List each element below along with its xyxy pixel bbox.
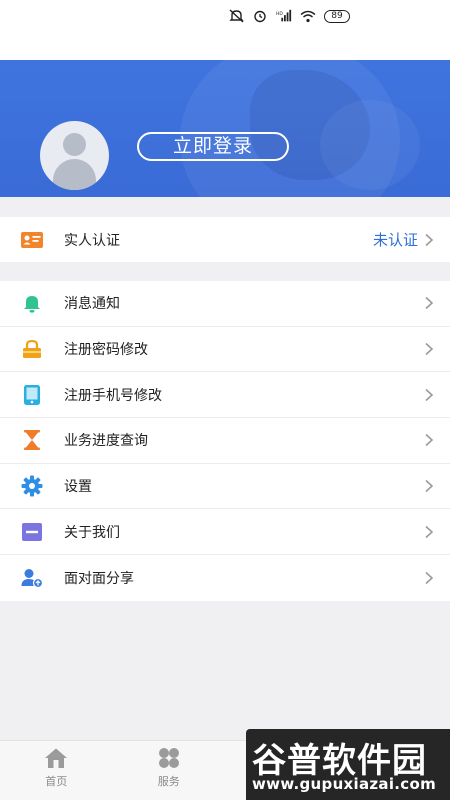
screen: HD 89 立即登录 实人认证 未认证 消息通知 注册密码修改 注册手机号修改 … <box>0 0 450 800</box>
avatar[interactable] <box>40 121 109 190</box>
verify-row[interactable]: 实人认证 未认证 <box>0 217 450 262</box>
tab-label: 服务 <box>157 775 180 788</box>
wifi-icon <box>300 9 316 23</box>
chevron-right-icon <box>425 297 434 310</box>
avatar-head-shape <box>63 133 86 156</box>
chevron-right-icon <box>425 571 434 585</box>
id-card-icon <box>20 228 44 252</box>
header-spacer <box>0 32 450 60</box>
verify-status: 未认证 <box>372 231 418 249</box>
menu-item-phone[interactable]: 注册手机号修改 <box>0 372 450 419</box>
menu-item-label: 消息通知 <box>64 296 120 313</box>
svg-text:HD: HD <box>276 11 283 17</box>
menu-item-label: 注册密码修改 <box>64 342 148 359</box>
hd-signal-icon: HD <box>276 9 292 23</box>
login-button[interactable]: 立即登录 <box>137 132 289 161</box>
battery-icon: 89 <box>324 9 350 23</box>
chevron-right-icon <box>425 480 434 493</box>
menu-item-label: 注册手机号修改 <box>64 387 162 404</box>
settings-menu: 消息通知 注册密码修改 注册手机号修改 业务进度查询 设置 关于我们 面对面分享 <box>0 281 450 601</box>
chevron-right-icon <box>425 342 434 356</box>
bell-icon <box>20 291 44 315</box>
alarm-icon <box>252 9 268 23</box>
home-icon <box>45 748 68 768</box>
minus-box-icon <box>20 520 44 544</box>
verify-label: 实人认证 <box>64 232 120 249</box>
phone-icon <box>20 383 44 407</box>
menu-item-settings[interactable]: 设置 <box>0 464 450 510</box>
grid-icon <box>158 748 179 768</box>
tab-label: 首页 <box>45 775 68 788</box>
watermark: 谷普软件园 www.gupuxiazai.com <box>246 729 450 800</box>
menu-item-share[interactable]: 面对面分享 <box>0 555 450 601</box>
avatar-body-shape <box>53 159 96 190</box>
chevron-right-icon <box>425 233 434 246</box>
chevron-right-icon <box>425 388 434 401</box>
mute-icon <box>228 9 244 23</box>
menu-item-label: 业务进度查询 <box>64 433 148 450</box>
hero-decoration <box>320 100 420 190</box>
share-user-icon <box>20 566 44 590</box>
menu-item-password[interactable]: 注册密码修改 <box>0 327 450 373</box>
verify-group: 实人认证 未认证 <box>0 217 450 262</box>
chevron-right-icon <box>425 525 434 538</box>
tab-home[interactable]: 首页 <box>0 741 113 800</box>
tab-services[interactable]: 服务 <box>113 741 226 800</box>
profile-header: 立即登录 <box>0 60 450 197</box>
status-bar: HD 89 <box>0 0 450 32</box>
watermark-url: www.gupuxiazai.com <box>252 775 437 793</box>
menu-item-label: 关于我们 <box>64 524 120 541</box>
menu-item-progress[interactable]: 业务进度查询 <box>0 418 450 464</box>
menu-item-label: 面对面分享 <box>64 570 134 587</box>
gear-icon <box>20 474 44 498</box>
chevron-right-icon <box>425 434 434 447</box>
menu-item-about[interactable]: 关于我们 <box>0 509 450 556</box>
lock-icon <box>20 337 44 361</box>
menu-item-notifications[interactable]: 消息通知 <box>0 281 450 327</box>
hourglass-icon <box>20 428 44 452</box>
menu-item-label: 设置 <box>64 479 92 496</box>
